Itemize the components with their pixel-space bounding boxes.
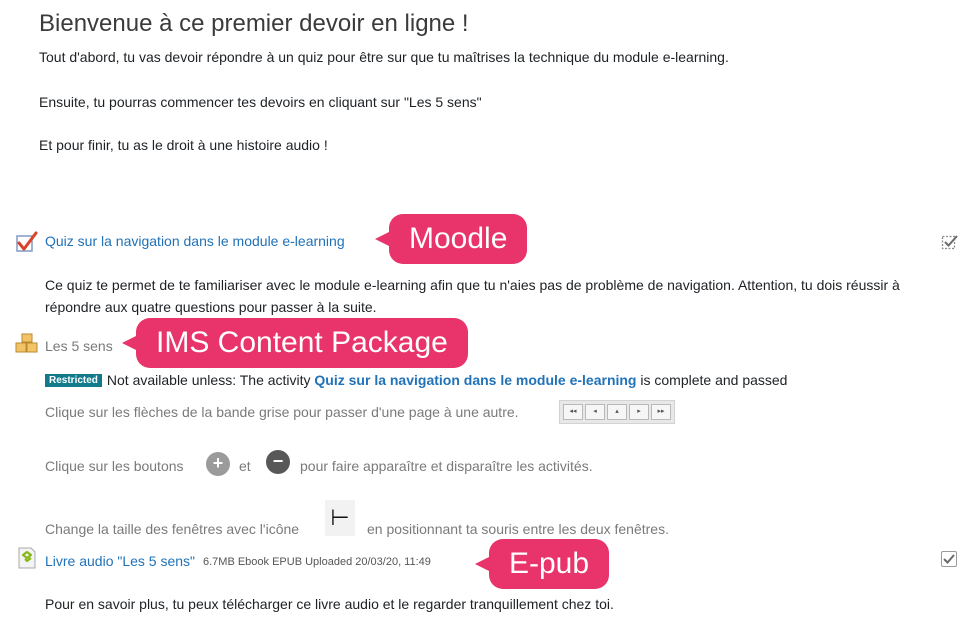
minus-circle-icon: − xyxy=(266,450,290,474)
callout-pointer xyxy=(122,335,138,351)
last-page-icon: ▸▸ xyxy=(651,404,671,420)
hint-resize-pre: Change la taille des fenêtres avec l'icô… xyxy=(45,521,300,537)
restriction-suffix: is complete and passed xyxy=(636,372,788,388)
intro-paragraph-1: Tout d'abord, tu vas devoir répondre à u… xyxy=(39,49,729,65)
epub-book-icon xyxy=(16,546,38,570)
callout-pointer xyxy=(375,231,391,247)
page-title: Bienvenue à ce premier devoir en ligne ! xyxy=(39,10,469,37)
plus-circle-icon: + xyxy=(206,452,230,476)
epub-description: Pour en savoir plus, tu peux télécharger… xyxy=(45,596,614,612)
intro-paragraph-3: Et pour finir, tu as le droit à une hist… xyxy=(39,137,328,153)
ims-callout-label: IMS Content Package xyxy=(156,326,448,359)
quiz-checkmark-icon xyxy=(15,230,39,254)
quiz-activity-link[interactable]: Quiz sur la navigation dans le module e-… xyxy=(45,233,345,249)
moodle-callout-label: Moodle xyxy=(409,222,508,255)
restriction-info: Restricted Not available unless: The acti… xyxy=(45,372,787,388)
epub-file-details: 6.7MB Ebook EPUB Uploaded 20/03/20, 11:4… xyxy=(203,556,431,568)
ims-content-package-callout: IMS Content Package xyxy=(122,318,468,368)
hint-buttons-mid: et xyxy=(239,458,251,474)
restriction-activity-link[interactable]: Quiz sur la navigation dans le module e-… xyxy=(314,372,636,388)
epub-completion-checkbox[interactable] xyxy=(941,551,957,567)
intro-paragraph-2: Ensuite, tu pourras commencer tes devoir… xyxy=(39,94,482,110)
hint-navigation-arrows: Clique sur les flèches de la bande grise… xyxy=(45,404,519,420)
next-page-icon: ▸ xyxy=(629,404,649,420)
hint-buttons-post: pour faire apparaître et disparaître les… xyxy=(300,458,593,474)
moodle-callout: Moodle xyxy=(375,214,528,264)
scorm-activity-link[interactable]: Les 5 sens xyxy=(45,338,113,354)
hint-resize-post: en positionnant ta souris entre les deux… xyxy=(367,521,669,537)
callout-pointer xyxy=(475,556,491,572)
hint-buttons-pre: Clique sur les boutons xyxy=(45,458,184,474)
restricted-badge: Restricted xyxy=(45,374,102,387)
epub-callout: E-pub xyxy=(475,539,610,589)
quiz-completion-checkbox[interactable] xyxy=(941,233,959,256)
epub-resource-link[interactable]: Livre audio "Les 5 sens" xyxy=(45,553,195,569)
up-page-icon: ▴ xyxy=(607,404,627,420)
completion-check-icon xyxy=(941,551,957,567)
epub-callout-label: E-pub xyxy=(509,547,590,580)
resize-handle-icon: ⊢ xyxy=(325,500,355,536)
package-boxes-icon xyxy=(15,332,39,354)
restriction-prefix: Not available unless: The activity xyxy=(106,372,315,388)
quiz-description: Ce quiz te permet de te familiariser ave… xyxy=(45,277,900,315)
scorm-nav-bar-image: ◂◂ ◂ ▴ ▸ ▸▸ xyxy=(559,400,675,424)
previous-page-icon: ◂ xyxy=(585,404,605,420)
completion-check-icon xyxy=(941,235,958,250)
first-page-icon: ◂◂ xyxy=(563,404,583,420)
